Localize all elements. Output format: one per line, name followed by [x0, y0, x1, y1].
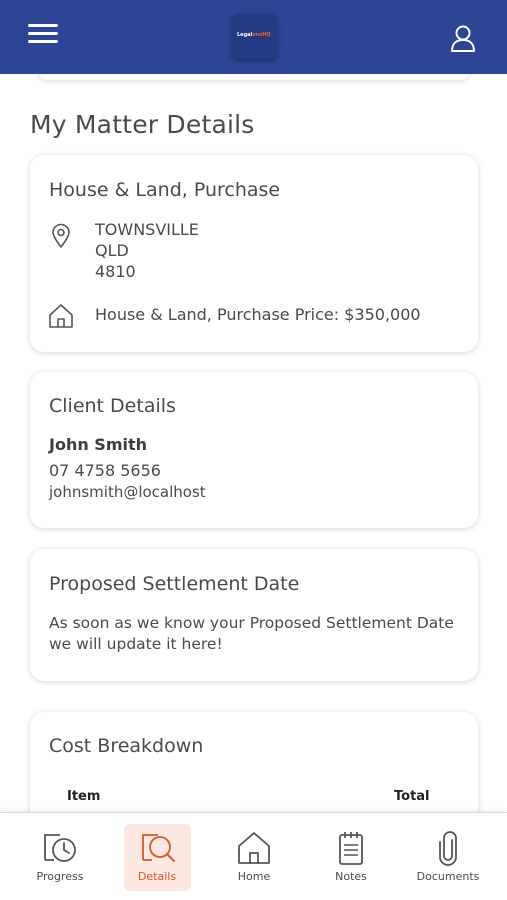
nav-item-progress[interactable]: Progress — [20, 813, 100, 900]
column-header-item: Item — [67, 789, 101, 804]
nav-label-documents: Documents — [416, 870, 480, 883]
progress-clock-icon — [44, 834, 76, 862]
nav-item-notes[interactable]: Notes — [311, 813, 391, 900]
app-logo[interactable]: LegalonsHQ — [232, 14, 277, 59]
address-line-city: TOWNSVILLE — [95, 220, 199, 239]
nav-label-notes: Notes — [335, 870, 367, 883]
address-line-state: QLD — [95, 241, 129, 260]
bottom-navigation: Progress Details Home Notes Documents — [0, 812, 507, 900]
hamburger-icon — [28, 24, 58, 27]
user-icon — [451, 25, 475, 52]
cost-breakdown-title: Cost Breakdown — [49, 735, 204, 757]
house-icon — [49, 304, 73, 328]
nav-item-details[interactable]: Details — [120, 813, 200, 900]
location-pin-icon — [52, 223, 70, 248]
nav-label-progress: Progress — [36, 870, 84, 883]
previous-card-edge — [38, 74, 470, 80]
page-title: My Matter Details — [30, 110, 255, 139]
property-card: House & Land, Purchase TOWNSVILLE QLD 48… — [30, 155, 478, 352]
settlement-date-card: Proposed Settlement Date As soon as we k… — [30, 549, 478, 681]
nav-label-home: Home — [237, 870, 271, 883]
home-icon — [238, 832, 270, 864]
client-phone[interactable]: 07 4758 5656 — [49, 461, 161, 480]
nav-item-documents[interactable]: Documents — [408, 813, 488, 900]
notes-icon — [339, 832, 363, 865]
profile-button[interactable] — [450, 24, 476, 52]
details-search-icon — [142, 834, 175, 862]
app-header: LegalonsHQ — [0, 0, 507, 74]
settlement-title: Proposed Settlement Date — [49, 573, 300, 595]
content-scroll-area[interactable]: My Matter Details House & Land, Purchase… — [0, 74, 507, 814]
client-details-title: Client Details — [49, 395, 176, 417]
settlement-message: As soon as we know your Proposed Settlem… — [49, 614, 454, 653]
hamburger-menu-button[interactable] — [28, 24, 60, 50]
client-email[interactable]: johnsmith@localhost — [49, 483, 206, 501]
column-header-total: Total — [394, 789, 430, 804]
client-name: John Smith — [49, 435, 148, 454]
property-title: House & Land, Purchase — [49, 179, 281, 201]
nav-item-home[interactable]: Home — [214, 813, 294, 900]
paperclip-icon — [439, 831, 457, 866]
address-line-postcode: 4810 — [95, 262, 136, 281]
client-details-card: Client Details John Smith 07 4758 5656 j… — [30, 372, 478, 528]
logo-text-accent: onsHQ — [252, 32, 271, 38]
cost-breakdown-card: Cost Breakdown Item Total — [30, 712, 478, 814]
purchase-price: House & Land, Purchase Price: $350,000 — [95, 305, 421, 324]
property-address: TOWNSVILLE QLD 4810 — [95, 219, 199, 282]
logo-text-primary: Legal — [237, 32, 253, 38]
nav-label-details: Details — [137, 870, 177, 883]
